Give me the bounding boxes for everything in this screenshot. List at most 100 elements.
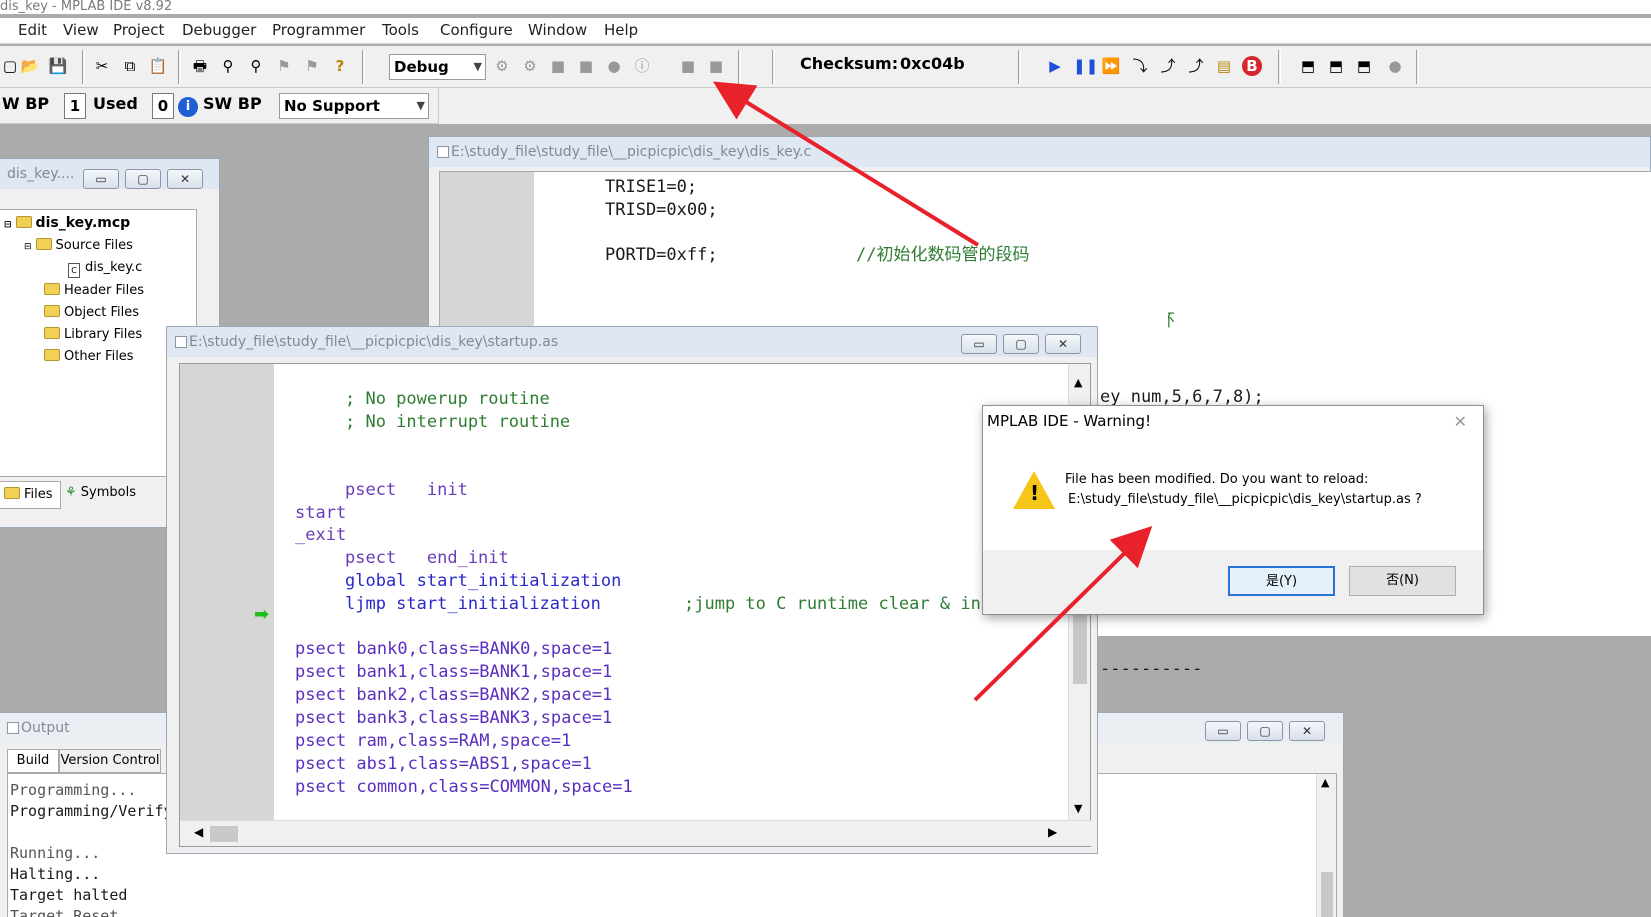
tree-library-files[interactable]: Library Files (44, 327, 142, 342)
editor-scroll-thumb[interactable] (1073, 614, 1087, 684)
menu-tools[interactable]: Tools (382, 21, 419, 39)
close-icon[interactable]: ✕ (1454, 412, 1467, 431)
tree-file-dis-key-c[interactable]: Cdis_key.c (68, 260, 142, 278)
close-button[interactable]: ✕ (167, 169, 203, 189)
output-scrollbar[interactable]: ▲ (1316, 774, 1336, 917)
maximize-button[interactable]: ▢ (1003, 334, 1039, 354)
tab-symbols[interactable]: ⚘ Symbols (61, 481, 145, 507)
document-icon (175, 336, 187, 348)
minimize-button[interactable]: ▭ (961, 334, 997, 354)
read-icon[interactable]: ⬒ (1326, 56, 1346, 76)
reset-icon[interactable]: ▤ (1214, 56, 1234, 76)
menu-project[interactable]: Project (113, 21, 164, 39)
chevron-right-icon[interactable]: ▶ (1048, 825, 1057, 839)
print-icon[interactable]: 🖶 (190, 56, 210, 76)
menu-edit[interactable]: Edit (18, 21, 47, 39)
document-icon (7, 722, 19, 734)
close-button[interactable]: ✕ (1045, 334, 1081, 354)
chevron-down-icon[interactable]: ▼ (1074, 802, 1082, 815)
help-icon[interactable]: ? (330, 56, 350, 76)
build-icon[interactable]: ⚙ (492, 56, 512, 76)
halt-icon[interactable]: ❚❚ (1073, 56, 1098, 76)
menu-view[interactable]: View (63, 21, 99, 39)
rebuild-icon[interactable]: ⚙ (520, 56, 540, 76)
breakpoint-icon[interactable]: B (1242, 56, 1262, 76)
close-button[interactable]: ✕ (1289, 721, 1325, 741)
tree-object-files[interactable]: Object Files (44, 305, 139, 320)
output-line: Target halted (10, 886, 128, 904)
chevron-down-icon: ▼ (473, 60, 482, 73)
tree-header-files[interactable]: Header Files (44, 283, 144, 298)
chevron-left-icon[interactable]: ◀ (194, 825, 203, 839)
save-icon[interactable]: 💾 (48, 56, 68, 76)
editor-startup-path: E:\study_file\study_file\__picpicpic\dis… (189, 334, 559, 350)
sw-bp-label: SW BP (203, 94, 262, 113)
minimize-button[interactable]: ▭ (1205, 721, 1241, 741)
animate-icon[interactable]: ⏩ (1101, 56, 1121, 76)
paste-icon[interactable]: 📋 (148, 56, 168, 76)
tree-root[interactable]: ⊟ dis_key.mcp (4, 215, 130, 231)
editor-startup-gutter[interactable] (180, 364, 274, 820)
code-line: psect bank2,class=BANK2,space=1 (295, 685, 613, 705)
cloud-icon[interactable]: ● (604, 56, 624, 76)
step-over-icon[interactable]: ⤴ (1158, 56, 1178, 76)
editor-startup-body[interactable]: ➡ ; No powerup routine ; No interrupt ro… (179, 363, 1092, 847)
cut-icon[interactable]: ✂ (92, 56, 112, 76)
verify-icon[interactable]: ⬒ (1354, 56, 1374, 76)
find-icon[interactable]: ⚲ (218, 56, 238, 76)
erase-icon[interactable]: ● (1385, 56, 1405, 76)
code-line: ljmp start_initialization (345, 594, 601, 614)
gray-square-icon-2[interactable]: ■ (706, 56, 726, 76)
breakpoint-toolbar: W BP 1 Used 0 i SW BP No Support ▼ (0, 88, 438, 124)
step-into-icon[interactable]: ⤵ (1130, 56, 1150, 76)
gray-square-icon[interactable]: ■ (678, 56, 698, 76)
tab-build[interactable]: Build (7, 749, 59, 773)
bookmark-next-icon[interactable]: ⚑ (302, 56, 322, 76)
menu-window[interactable]: Window (528, 21, 587, 39)
export-icon[interactable]: ■ (576, 56, 596, 76)
find-in-files-icon[interactable]: ⚲ (246, 56, 266, 76)
editor-startup-title[interactable]: E:\study_file\study_file\__picpicpic\dis… (167, 327, 1097, 357)
editor-hscroll-thumb[interactable] (210, 826, 238, 842)
editor-hscrollbar[interactable]: ◀ ▶ (180, 820, 1092, 846)
menu-configure[interactable]: Configure (440, 21, 513, 39)
maximize-button[interactable]: ▢ (125, 169, 161, 189)
yes-button[interactable]: 是(Y) (1228, 566, 1335, 596)
maximize-button[interactable]: ▢ (1247, 721, 1283, 741)
build-config-select[interactable]: Debug ▼ (389, 54, 486, 80)
info-icon[interactable]: ⓘ (632, 56, 652, 76)
save-workspace-icon[interactable]: ■ (548, 56, 568, 76)
menu-programmer[interactable]: Programmer (272, 21, 365, 39)
step-out-icon[interactable]: ⤴ (1186, 56, 1206, 76)
minimize-button[interactable]: ▭ (83, 169, 119, 189)
output-line: Halting... (10, 865, 101, 883)
run-icon[interactable]: ▶ (1045, 56, 1065, 76)
comment-segment-init: //初始化数码管的段码 (856, 245, 1030, 265)
chevron-up-icon[interactable]: ▲ (1321, 776, 1329, 789)
copy-icon[interactable]: ⧉ (120, 56, 140, 76)
editor-main-title[interactable]: E:\study_file\study_file\__picpicpic\dis… (429, 137, 1650, 167)
menu-debugger[interactable]: Debugger (182, 21, 256, 39)
hw-bp-label: W BP (2, 94, 50, 113)
open-file-icon[interactable]: 📂 (20, 56, 40, 76)
code-line-portd: PORTD=0xff; (605, 245, 718, 265)
used-label: Used (93, 94, 138, 113)
tree-other-files[interactable]: Other Files (44, 349, 134, 364)
tree-source-files[interactable]: ⊟ Source Files (24, 238, 133, 253)
tab-files[interactable]: Files (0, 481, 61, 509)
output-title-text: Output (21, 720, 70, 736)
folder-icon (44, 283, 60, 295)
no-button[interactable]: 否(N) (1349, 566, 1456, 596)
new-file-icon[interactable]: ▢ (0, 56, 20, 76)
build-config-value: Debug (394, 58, 449, 76)
tab-version-control[interactable]: Version Control (59, 749, 161, 773)
used-count: 1 (64, 93, 86, 119)
support-select[interactable]: No Support ▼ (279, 93, 429, 119)
program-icon[interactable]: ⬒ (1298, 56, 1318, 76)
output-scroll-thumb[interactable] (1321, 872, 1333, 917)
checksum-label: Checksum: (800, 54, 899, 73)
chevron-up-icon[interactable]: ▲ (1074, 376, 1082, 389)
bookmark-icon[interactable]: ⚑ (274, 56, 294, 76)
output-line: Target Reset (10, 907, 119, 917)
menu-help[interactable]: Help (604, 21, 638, 39)
